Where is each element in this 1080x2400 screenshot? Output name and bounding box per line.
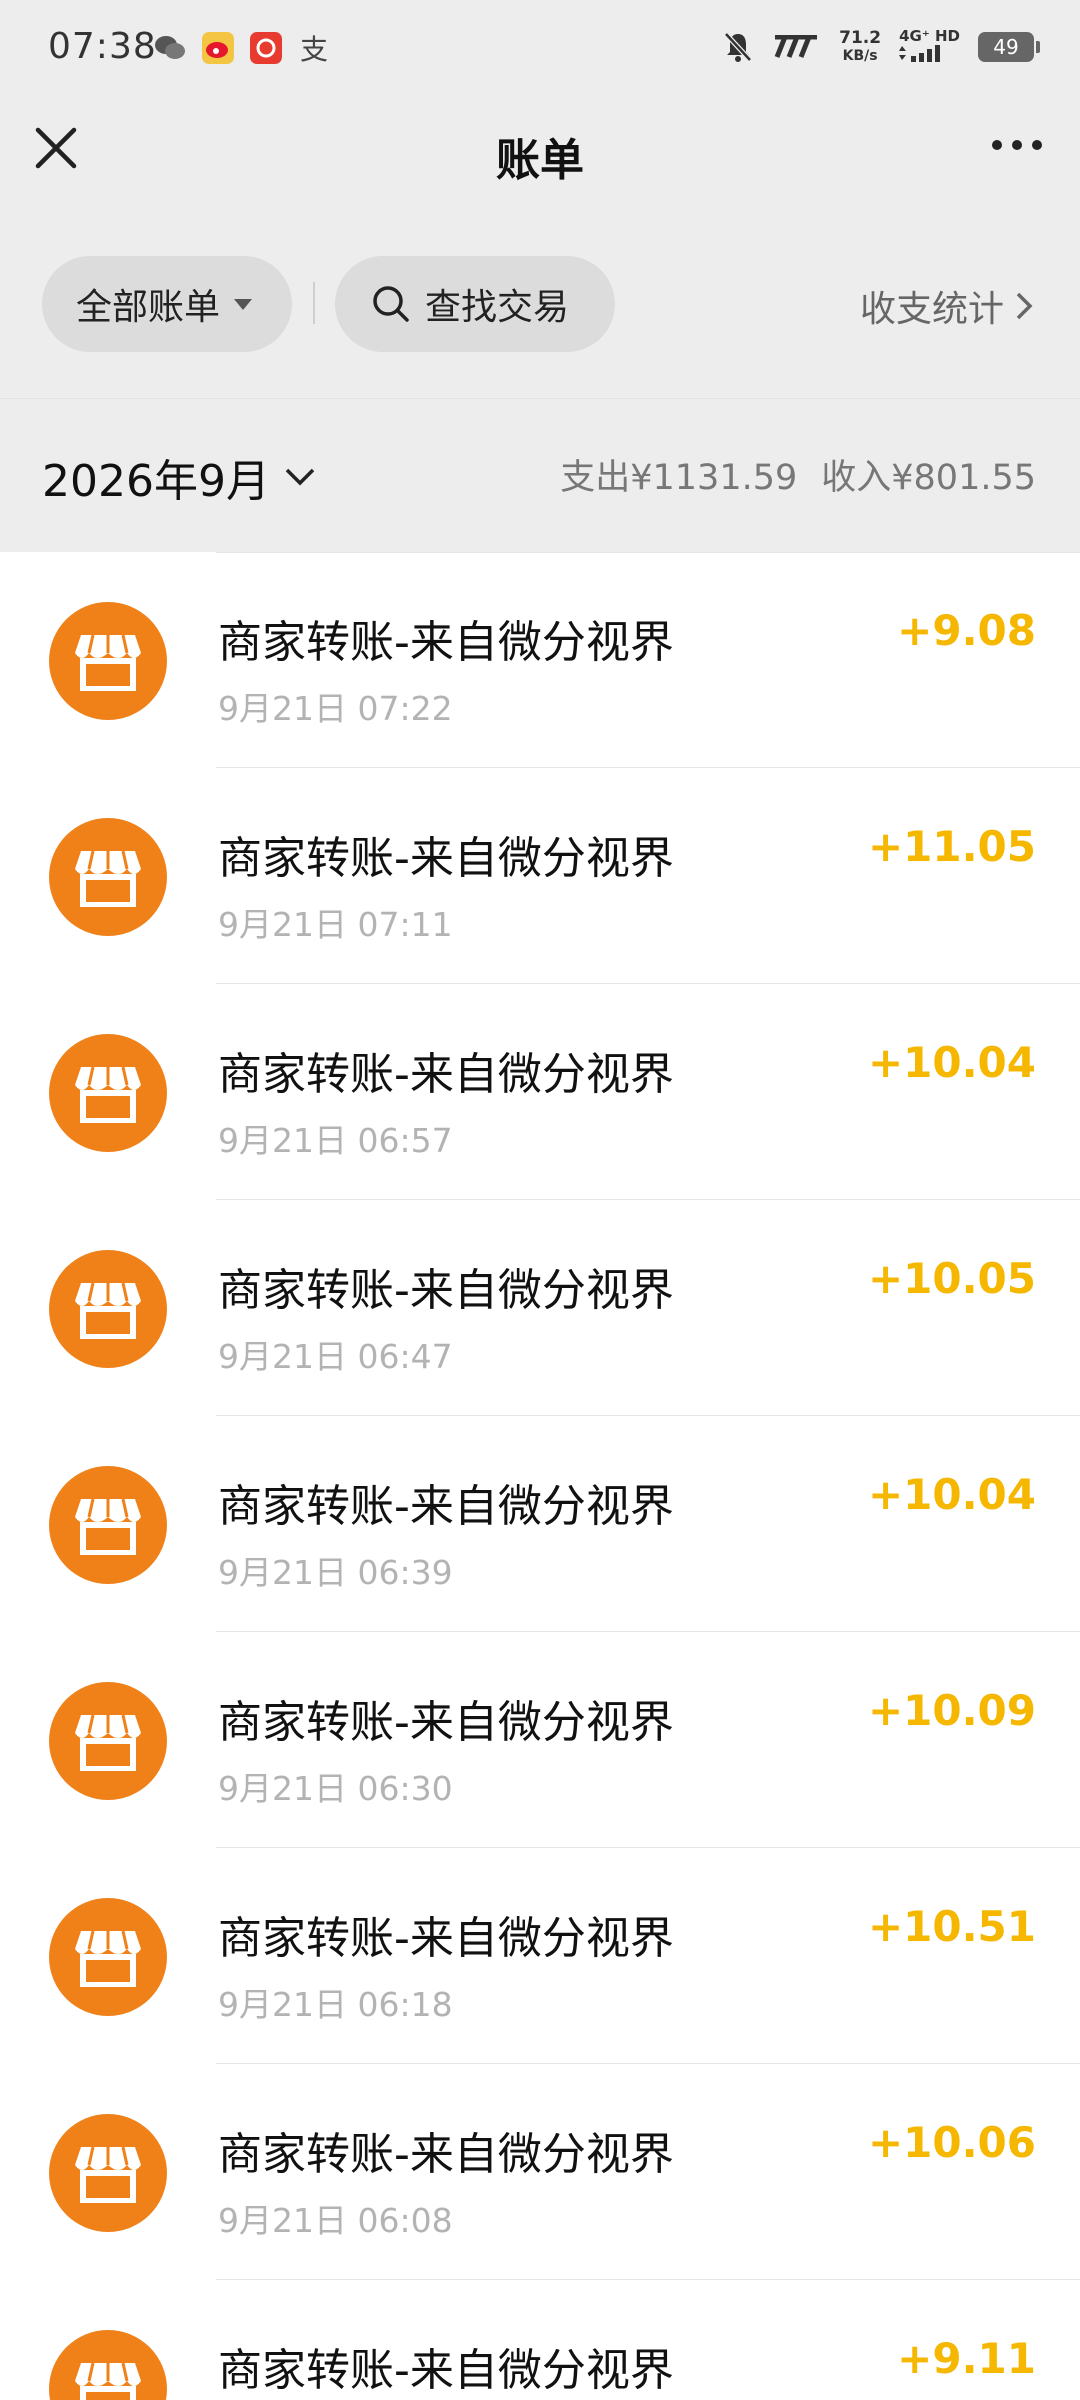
- store-icon: [75, 634, 141, 691]
- transaction-title: 商家转账-来自微分视界: [218, 1697, 674, 1748]
- navbar: 账单: [0, 100, 1080, 200]
- transaction-title: 商家转账-来自微分视界: [218, 1913, 674, 1964]
- transaction-row[interactable]: 商家转账-来自微分视界 9月21日 06:30 +10.09: [0, 1632, 1080, 1848]
- divider: [313, 282, 315, 324]
- alipay-icon: 支: [299, 33, 328, 66]
- transaction-amount: +10.51: [867, 1902, 1036, 1951]
- income-total: 收入¥801.55: [821, 458, 1036, 498]
- month-label: 2026年9月: [42, 456, 270, 507]
- bell-muted-icon: [724, 32, 752, 62]
- transaction-time: 9月21日 06:30: [218, 1769, 453, 1808]
- transaction-amount: +11.05: [867, 822, 1036, 871]
- chevron-right-icon: [1016, 292, 1033, 320]
- merchant-avatar: [49, 1034, 167, 1152]
- transaction-time: 9月21日 06:18: [218, 1985, 453, 2024]
- merchant-avatar: [49, 2114, 167, 2232]
- month-selector[interactable]: 2026年9月: [42, 445, 316, 509]
- transaction-amount: +10.09: [867, 1686, 1036, 1735]
- transaction-title: 商家转账-来自微分视界: [218, 2129, 674, 2180]
- wechat-icon: [154, 32, 186, 64]
- merchant-avatar: [49, 602, 167, 720]
- more-options-button[interactable]: [992, 140, 1042, 150]
- merchant-avatar: [49, 2330, 167, 2400]
- merchant-avatar: [49, 1898, 167, 2016]
- status-bar: 07:38 支 71.2 KB/s 4G⁺ HD 49: [0, 0, 1080, 100]
- stats-link[interactable]: 收支统计: [860, 280, 1034, 332]
- store-icon: [75, 1498, 141, 1555]
- all-bills-label: 全部账单: [76, 287, 221, 328]
- transaction-title: 商家转账-来自微分视界: [218, 617, 674, 668]
- divider: [216, 552, 1080, 553]
- search-icon: [373, 286, 409, 322]
- transaction-row[interactable]: 商家转账-来自微分视界 9月21日 07:22 +9.08: [0, 552, 1080, 768]
- month-summary-bar: 2026年9月 支出¥1131.59 收入¥801.55: [0, 398, 1080, 552]
- transaction-time: 9月21日 06:47: [218, 1337, 453, 1376]
- store-icon: [75, 1066, 141, 1123]
- weibo-icon: [202, 32, 234, 64]
- dropdown-triangle-icon: [234, 298, 253, 310]
- nfc-icon: [774, 35, 818, 58]
- status-app-icons: 支: [154, 32, 330, 66]
- transaction-row[interactable]: 商家转账-来自微分视界 9月21日 07:11 +11.05: [0, 768, 1080, 984]
- transaction-time: 9月21日 07:22: [218, 689, 453, 728]
- transaction-title: 商家转账-来自微分视界: [218, 1265, 674, 1316]
- search-transactions-button[interactable]: 查找交易: [335, 256, 615, 352]
- more-dot-icon: [1012, 140, 1022, 150]
- merchant-avatar: [49, 1466, 167, 1584]
- transaction-row[interactable]: 商家转账-来自微分视界 9月21日 06:18 +10.51: [0, 1848, 1080, 2064]
- merchant-avatar: [49, 818, 167, 936]
- status-time: 07:38: [48, 26, 157, 67]
- chevron-down-icon: [285, 468, 315, 486]
- store-icon: [75, 1714, 141, 1771]
- more-dot-icon: [992, 140, 1002, 150]
- transaction-row[interactable]: 商家转账-来自微分视界 9月21日 06:47 +10.05: [0, 1200, 1080, 1416]
- store-icon: [75, 1282, 141, 1339]
- transaction-time: 9月21日 07:11: [218, 905, 453, 944]
- signal-icon: [899, 45, 941, 62]
- all-bills-filter-button[interactable]: 全部账单: [42, 256, 292, 352]
- net-speed: 71.2 KB/s: [839, 28, 882, 64]
- header-area: 07:38 支 71.2 KB/s 4G⁺ HD 49 账单 全部账单 查找交易…: [0, 0, 1080, 398]
- transaction-title: 商家转账-来自微分视界: [218, 1049, 674, 1100]
- transaction-row[interactable]: 商家转账-来自微分视界 9月21日 06:08 +10.06: [0, 2064, 1080, 2280]
- transaction-time: 9月21日 06:08: [218, 2201, 453, 2240]
- expense-total: 支出¥1131.59: [560, 458, 798, 498]
- store-icon: [75, 1930, 141, 1987]
- battery-indicator: 49: [978, 32, 1040, 62]
- store-icon: [75, 2146, 141, 2203]
- transaction-title: 商家转账-来自微分视界: [218, 833, 674, 884]
- store-icon: [75, 850, 141, 907]
- month-totals: 支出¥1131.59 收入¥801.55: [560, 449, 1036, 500]
- more-dot-icon: [1032, 140, 1042, 150]
- transaction-amount: +10.04: [867, 1038, 1036, 1087]
- transaction-title: 商家转账-来自微分视界: [218, 1481, 674, 1532]
- transaction-amount: +10.04: [867, 1470, 1036, 1519]
- store-icon: [75, 2362, 141, 2400]
- transaction-amount: +10.05: [867, 1254, 1036, 1303]
- transaction-row[interactable]: 商家转账-来自微分视界 9月21日 06:39 +10.04: [0, 1416, 1080, 1632]
- transaction-time: 9月21日 06:57: [218, 1121, 453, 1160]
- search-label: 查找交易: [425, 287, 570, 328]
- stats-label: 收支统计: [859, 289, 1004, 330]
- transaction-row[interactable]: 商家转账-来自微分视界 9月21日 06:57 +10.04: [0, 984, 1080, 1200]
- transaction-time: 9月21日 06:39: [218, 1553, 453, 1592]
- red-app-icon: [250, 32, 282, 64]
- transaction-title: 商家转账-来自微分视界: [218, 2345, 674, 2396]
- transaction-list: 商家转账-来自微分视界 9月21日 07:22 +9.08 商家转账-来自微分视…: [0, 552, 1080, 2400]
- merchant-avatar: [49, 1250, 167, 1368]
- merchant-avatar: [49, 1682, 167, 1800]
- status-right: 71.2 KB/s 4G⁺ HD 49: [723, 28, 1040, 66]
- transaction-amount: +10.06: [867, 2118, 1036, 2167]
- filter-bar: 全部账单 查找交易 收支统计: [0, 256, 1080, 352]
- page-title: 账单: [496, 135, 584, 186]
- signal: 4G⁺ HD: [899, 28, 960, 66]
- transaction-row[interactable]: 商家转账-来自微分视界 +9.11: [0, 2280, 1080, 2400]
- transaction-amount: +9.08: [897, 606, 1036, 655]
- transaction-amount: +9.11: [897, 2334, 1036, 2383]
